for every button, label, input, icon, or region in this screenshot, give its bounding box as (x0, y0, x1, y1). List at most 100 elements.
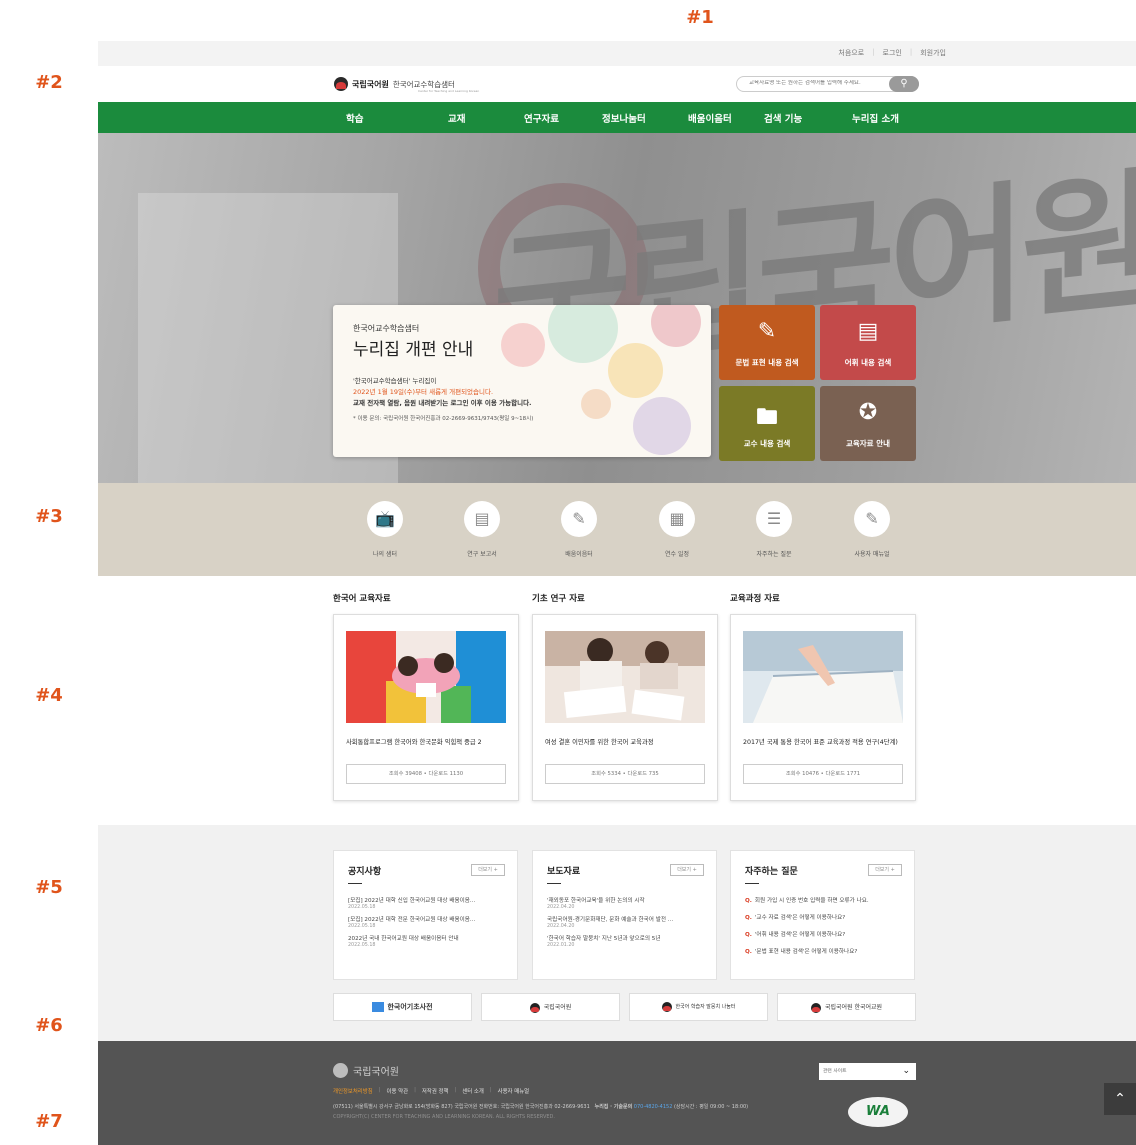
materials-guide-tile[interactable]: ✪ 교육자료 안내 (820, 386, 916, 461)
shortcut-schedule[interactable]: ▦ 연수 일정 (637, 501, 717, 558)
board-title: 공지사항 (348, 867, 382, 877)
banner-nikl[interactable]: 국립국어원 (481, 993, 620, 1021)
main-nav: 학습 교재 연구자료 정보나눔터 배움이음터 검색 기능 누리집 소개 (98, 102, 1136, 133)
section-title-korean-materials: 한국어 교육자료 (333, 594, 391, 604)
shortcut-manual[interactable]: ✎ 사용자 매뉴얼 (832, 501, 912, 558)
banner-basic-dictionary[interactable]: 한국어기초사전 (333, 993, 472, 1021)
search-button[interactable]: ⚲ (889, 76, 919, 92)
press-date: 2022.04.20 (547, 905, 575, 910)
scroll-top-button[interactable]: ⌃ (1104, 1083, 1136, 1115)
family-site-select[interactable]: 관련 사이트 ⌄ (819, 1063, 916, 1080)
q-mark: Q. (745, 898, 752, 904)
press-link[interactable]: '한국어 학습자 말뭉치' 지난 5년과 앞으로의 5년 (547, 934, 707, 942)
logo-subtitle: 한국어교수학습샘터 (392, 79, 455, 89)
shortcut-reports[interactable]: ▤ 연구 보고서 (442, 501, 522, 558)
nav-item-about[interactable]: 누리집 소개 (852, 111, 899, 125)
resource-card[interactable]: 여성 결혼 이민자를 위한 한국어 교육과정 조회수 5334 • 다운로드 7… (532, 614, 718, 801)
notice-contact: * 이용 문의: 국립국어원 한국어진흥과 02-2669-9631/9743(… (353, 416, 534, 422)
separator: | (872, 48, 875, 56)
banner-label: 국립국어원 (543, 1004, 572, 1011)
user-manual-link[interactable]: 사용자 매뉴얼 (498, 1087, 529, 1095)
grammar-search-tile[interactable]: ✎ 문법 표현 내용 검색 (719, 305, 815, 380)
center-intro-link[interactable]: 센터 소개 (462, 1087, 484, 1095)
marker-4: #4 (35, 685, 63, 706)
marker-2: #2 (35, 72, 63, 93)
resource-card[interactable]: 사회통합프로그램 한국어와 한국문화 익힘책 중급 2 조회수 39408 • … (333, 614, 519, 801)
faq-link[interactable]: Q. '문법 표현 내용 검색'은 어떻게 이용하나요? (745, 947, 905, 955)
website-screenshot: 처음으로 | 로그인 | 회원가입 국립국어원 한국어교수학습샘터 Center… (98, 41, 1136, 1145)
section-title-curriculum: 교육과정 자료 (730, 594, 780, 604)
press-link[interactable]: 국립국어원-경기문화재단, 문화 예술과 한국어 발전 ... (547, 915, 707, 923)
nav-item-textbooks[interactable]: 교재 (448, 111, 465, 125)
notice-link[interactable]: [모집] 2022년 대학 신입 한국어교원 대상 배움이음... (348, 896, 508, 904)
decor-dot (651, 305, 701, 347)
nav-item-baeum[interactable]: 배움이음터 (688, 111, 732, 125)
notice-line-1: '한국어교수학습샘터' 누리집이 (353, 377, 437, 385)
resource-card[interactable]: 2017년 국제 통용 한국어 표준 교육과정 적용 연구(4단계) 조회수 1… (730, 614, 916, 801)
faq-link[interactable]: Q. '어휘 내용 검색'은 어떻게 이용하나요? (745, 930, 905, 938)
login-link[interactable]: 로그인 (883, 48, 902, 58)
shortcut-baeum[interactable]: ✎ 배움이음터 (539, 501, 619, 558)
more-button[interactable]: 더보기 + (868, 864, 902, 876)
tile-label: 교수 내용 검색 (743, 439, 791, 448)
dictionary-logo-icon (372, 1002, 385, 1012)
faq-link[interactable]: Q. '교수 자료 검색'은 어떻게 이용하나요? (745, 913, 905, 921)
resource-stats: 조회수 5334 • 다운로드 735 (545, 764, 705, 784)
search-input[interactable] (749, 80, 879, 86)
nav-item-search[interactable]: 검색 기능 (764, 111, 802, 125)
shortcut-label: 연구 보고서 (467, 551, 497, 558)
signup-link[interactable]: 회원가입 (920, 48, 946, 58)
notice-link[interactable]: 2022년 국내 한국어교원 대상 배움이음터 안내 (348, 934, 508, 942)
teaching-search-tile[interactable]: 🖿 교수 내용 검색 (719, 386, 815, 461)
vocab-search-tile[interactable]: ▤ 어휘 내용 검색 (820, 305, 916, 380)
press-link[interactable]: '재외동포 한국어교육'을 위한 논의의 시작 (547, 896, 707, 904)
banner-label: 한국어기초사전 (387, 1003, 433, 1011)
footer-links: 개인정보처리방침 | 이용 약관 | 저작권 정책 | 센터 소개 | 사용자 … (333, 1087, 529, 1095)
copyright-policy-link[interactable]: 저작권 정책 (422, 1087, 449, 1095)
banner-korean-teachers[interactable]: 국립국어원 한국어교원 (777, 993, 916, 1021)
notice-subtitle: 한국어교수학습샘터 (353, 324, 420, 333)
logo-english: Center for Teaching and Learning Korean (418, 89, 480, 93)
q-mark: Q. (745, 915, 752, 921)
pencil-icon: ✎ (757, 319, 777, 344)
chevron-up-icon: ⌃ (1114, 1091, 1126, 1107)
shortcut-label: 자주하는 질문 (756, 551, 792, 558)
logo-name: 국립국어원 (352, 79, 389, 89)
faq-link[interactable]: Q. 회원 가입 시 인증 번호 입력을 하면 오류가 나요. (745, 896, 905, 904)
document-icon: ▤ (857, 319, 879, 344)
calendar-icon: ▦ (659, 501, 695, 537)
marker-7: #7 (35, 1111, 63, 1132)
footer-logo: 국립국어원 (333, 1063, 399, 1078)
more-button[interactable]: 더보기 + (471, 864, 505, 876)
notices-board: 공지사항 더보기 + [모집] 2022년 대학 신입 한국어교원 대상 배움이… (333, 850, 518, 980)
shortcut-faq[interactable]: ☰ 자주하는 질문 (734, 501, 814, 558)
tile-label: 어휘 내용 검색 (844, 358, 892, 367)
home-link[interactable]: 처음으로 (838, 48, 864, 58)
site-logo[interactable]: 국립국어원 한국어교수학습샘터 Center for Teaching and … (334, 77, 479, 93)
terms-link[interactable]: 이용 약관 (387, 1087, 409, 1095)
separator: | (489, 1087, 492, 1093)
nav-item-research[interactable]: 연구자료 (524, 111, 559, 125)
separator: | (378, 1087, 381, 1093)
footer-logo-text: 국립국어원 (353, 1067, 399, 1078)
separator: | (454, 1087, 457, 1093)
site-header: 국립국어원 한국어교수학습샘터 Center for Teaching and … (98, 66, 1136, 102)
nav-item-info-share[interactable]: 정보나눔터 (602, 111, 646, 125)
tech-label: 누리집 · 기술문의 (594, 1104, 633, 1110)
banner-learner-corpus[interactable]: 한국어 학습자 말뭉치 나눔터 (629, 993, 768, 1021)
nikl-logo-icon (334, 77, 348, 91)
renewal-notice-card[interactable]: 한국어교수학습샘터 누리집 개편 안내 '한국어교수학습샘터' 누리집이 202… (333, 305, 711, 457)
banner-label: 한국어 학습자 말뭉치 나눔터 (675, 1004, 736, 1010)
nikl-logo-icon (333, 1063, 348, 1078)
list-icon: ☰ (756, 501, 792, 537)
privacy-policy-link[interactable]: 개인정보처리방침 (333, 1087, 373, 1095)
notice-link[interactable]: [모집] 2022년 대학 전문 한국어교원 대상 배움이음... (348, 915, 508, 923)
decor-dot (633, 397, 691, 455)
faq-text: '어휘 내용 검색'은 어떻게 이용하나요? (754, 932, 846, 938)
shortcut-strip: 📺 나의 샘터 ▤ 연구 보고서 ✎ 배움이음터 ▦ 연수 일정 ☰ 자주하는 … (98, 483, 1136, 576)
shortcut-my-space[interactable]: 📺 나의 샘터 (345, 501, 425, 558)
tech-hours: (상담시간 : 평일 09:00 ~ 18:00) (673, 1104, 749, 1110)
nav-item-learning[interactable]: 학습 (346, 111, 363, 125)
divider (547, 883, 561, 884)
more-button[interactable]: 더보기 + (670, 864, 704, 876)
